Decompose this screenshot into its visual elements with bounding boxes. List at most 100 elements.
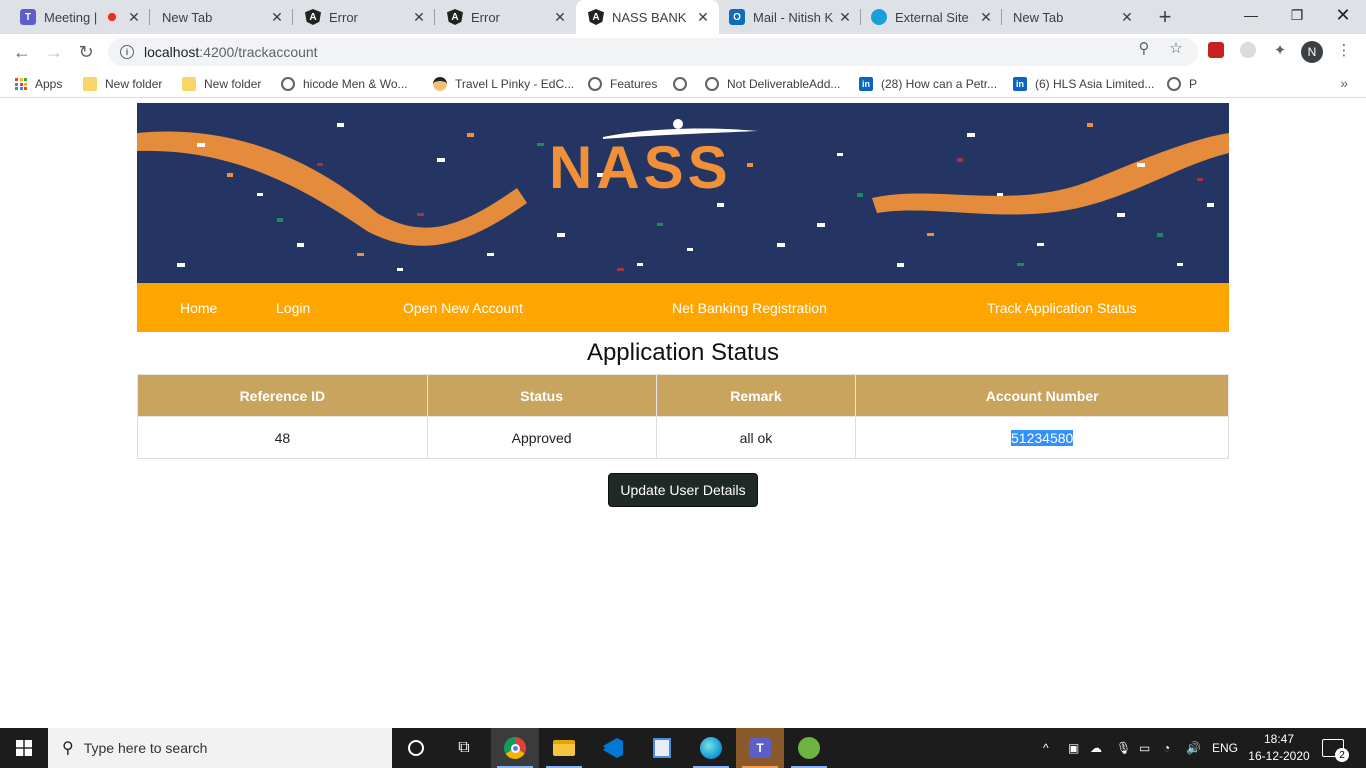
- bookmarks-overflow-icon[interactable]: »: [1340, 75, 1348, 91]
- close-icon[interactable]: ✕: [837, 9, 853, 25]
- tab-error-1[interactable]: A Error ✕: [293, 0, 435, 34]
- search-icon: ⚲: [62, 740, 74, 757]
- tab-error-2[interactable]: A Error ✕: [435, 0, 576, 34]
- globe-icon: [673, 77, 687, 91]
- tab-label: NASS BANK: [612, 9, 687, 25]
- taskbar-search[interactable]: ⚲ Type here to search: [48, 728, 392, 768]
- bookmark-unnamed[interactable]: [673, 75, 695, 93]
- zoom-icon[interactable]: ⚲: [1136, 40, 1152, 57]
- teams-icon: T: [20, 9, 36, 25]
- avatar[interactable]: N: [1301, 41, 1323, 63]
- site-navbar: Home Login Open New Account Net Banking …: [137, 283, 1229, 332]
- clock[interactable]: 18:47 16-12-2020: [1246, 731, 1312, 765]
- page-content: NASS Home Login Open New Account Net Ban…: [0, 103, 1366, 728]
- close-icon[interactable]: ✕: [695, 9, 711, 25]
- nav-home[interactable]: Home: [180, 300, 217, 316]
- folder-icon: [182, 77, 196, 91]
- account-number-selected-text[interactable]: 51234580: [1011, 429, 1074, 446]
- column-header: Remark: [655, 374, 857, 417]
- account-number-cell: 51234580: [855, 416, 1229, 459]
- edge-icon[interactable]: [687, 728, 735, 768]
- reference-id-cell: 48: [137, 416, 428, 459]
- close-icon[interactable]: ✕: [1119, 9, 1135, 25]
- restore-icon[interactable]: ❐: [1274, 0, 1320, 30]
- close-icon[interactable]: ✕: [269, 9, 285, 25]
- spring-icon[interactable]: [785, 728, 833, 768]
- meet-now-icon[interactable]: ▣: [1068, 728, 1079, 768]
- minimize-icon[interactable]: —: [1228, 0, 1274, 30]
- close-icon[interactable]: ✕: [411, 9, 427, 25]
- star-icon[interactable]: ☆: [1168, 40, 1184, 57]
- tray-chevron-icon[interactable]: ^: [1043, 728, 1049, 768]
- bookmark-new-folder-1[interactable]: New folder: [83, 75, 162, 93]
- tab-nass-bank[interactable]: A NASS BANK ✕: [576, 0, 719, 34]
- nav-login[interactable]: Login: [276, 300, 310, 316]
- angular-icon: A: [588, 9, 604, 25]
- bookmark-hicode[interactable]: hicode Men & Wo...: [281, 75, 408, 93]
- tab-label: Error: [329, 9, 358, 25]
- table-header-row: Reference ID Status Remark Account Numbe…: [137, 374, 1229, 417]
- update-user-details-button[interactable]: Update User Details: [608, 473, 758, 507]
- info-icon[interactable]: i: [120, 45, 134, 59]
- cortana-icon[interactable]: [392, 728, 440, 768]
- bookmark-label: New folder: [105, 77, 163, 91]
- file-explorer-icon[interactable]: [540, 728, 588, 768]
- folder-icon: [83, 77, 97, 91]
- bookmark-not-deliverable[interactable]: Not DeliverableAdd...: [705, 75, 840, 93]
- extension-grey-icon[interactable]: [1240, 42, 1256, 58]
- search-placeholder: Type here to search: [83, 740, 208, 756]
- bookmark-p[interactable]: P: [1167, 75, 1197, 93]
- bookmark-label: (6) HLS Asia Limited...: [1035, 77, 1155, 91]
- bookmark-travel[interactable]: Travel L Pinky - EdC...: [433, 75, 574, 93]
- tab-meeting[interactable]: T Meeting | ✕: [0, 0, 150, 34]
- close-icon[interactable]: ✕: [552, 9, 568, 25]
- browser-toolbar: ← → ↻ i localhost:4200/trackaccount ⚲ ☆ …: [0, 34, 1366, 70]
- bookmark-new-folder-2[interactable]: New folder: [182, 75, 261, 93]
- close-icon[interactable]: ✕: [978, 9, 994, 25]
- notification-count: 2: [1335, 748, 1349, 762]
- bookmark-linkedin-1[interactable]: in (28) How can a Petr...: [859, 75, 997, 93]
- tab-mail[interactable]: O Mail - Nitish K ✕: [719, 0, 861, 34]
- vscode-icon[interactable]: [589, 728, 637, 768]
- tab-external-site[interactable]: External Site ✕: [861, 0, 1002, 34]
- page-title: Application Status: [586, 339, 780, 366]
- tab-new-tab[interactable]: New Tab ✕: [150, 0, 293, 34]
- application-status-table: Reference ID Status Remark Account Numbe…: [137, 374, 1229, 459]
- globe-icon: [1167, 77, 1181, 91]
- nav-track-application-status[interactable]: Track Application Status: [987, 300, 1137, 316]
- volume-icon[interactable]: 🔊: [1186, 728, 1201, 768]
- nav-net-banking-registration[interactable]: Net Banking Registration: [672, 300, 827, 316]
- notifications-icon[interactable]: 2: [1322, 728, 1349, 768]
- microphone-icon[interactable]: 🎙: [1116, 728, 1131, 768]
- puzzle-icon[interactable]: ✦: [1272, 42, 1288, 59]
- menu-icon[interactable]: ⋮: [1336, 42, 1352, 59]
- bookmark-apps[interactable]: Apps: [15, 75, 62, 93]
- nav-open-new-account[interactable]: Open New Account: [403, 300, 523, 316]
- angular-icon: A: [305, 9, 321, 25]
- teams-icon[interactable]: T: [736, 728, 784, 768]
- logo: NASS: [549, 134, 732, 201]
- close-window-icon[interactable]: ✕: [1320, 0, 1366, 30]
- app-sheet-icon[interactable]: [638, 728, 686, 768]
- wifi-icon[interactable]: ◔: [1163, 728, 1170, 768]
- battery-icon[interactable]: ▭: [1139, 728, 1150, 768]
- bookmark-label: New folder: [204, 77, 262, 91]
- language-indicator[interactable]: ENG: [1212, 728, 1238, 768]
- extension-red-icon[interactable]: [1208, 42, 1224, 58]
- address-bar[interactable]: i localhost:4200/trackaccount: [108, 38, 1198, 66]
- back-icon[interactable]: ←: [10, 40, 34, 64]
- angular-icon: A: [447, 9, 463, 25]
- new-tab-button[interactable]: +: [1153, 4, 1177, 29]
- close-icon[interactable]: ✕: [126, 9, 142, 25]
- chrome-icon[interactable]: [491, 728, 539, 768]
- forward-icon[interactable]: →: [42, 40, 66, 64]
- tab-new-tab-2[interactable]: New Tab ✕: [1002, 0, 1143, 34]
- bookmark-linkedin-2[interactable]: in (6) HLS Asia Limited...: [1013, 75, 1154, 93]
- apps-icon: [15, 78, 27, 90]
- bookmarks-bar: Apps New folder New folder hicode Men & …: [0, 70, 1366, 98]
- start-button[interactable]: [0, 728, 48, 768]
- reload-icon[interactable]: ↻: [74, 40, 98, 64]
- task-view-icon[interactable]: ⧉: [440, 728, 488, 768]
- onedrive-icon[interactable]: ☁: [1090, 728, 1102, 768]
- bookmark-features[interactable]: Features: [588, 75, 657, 93]
